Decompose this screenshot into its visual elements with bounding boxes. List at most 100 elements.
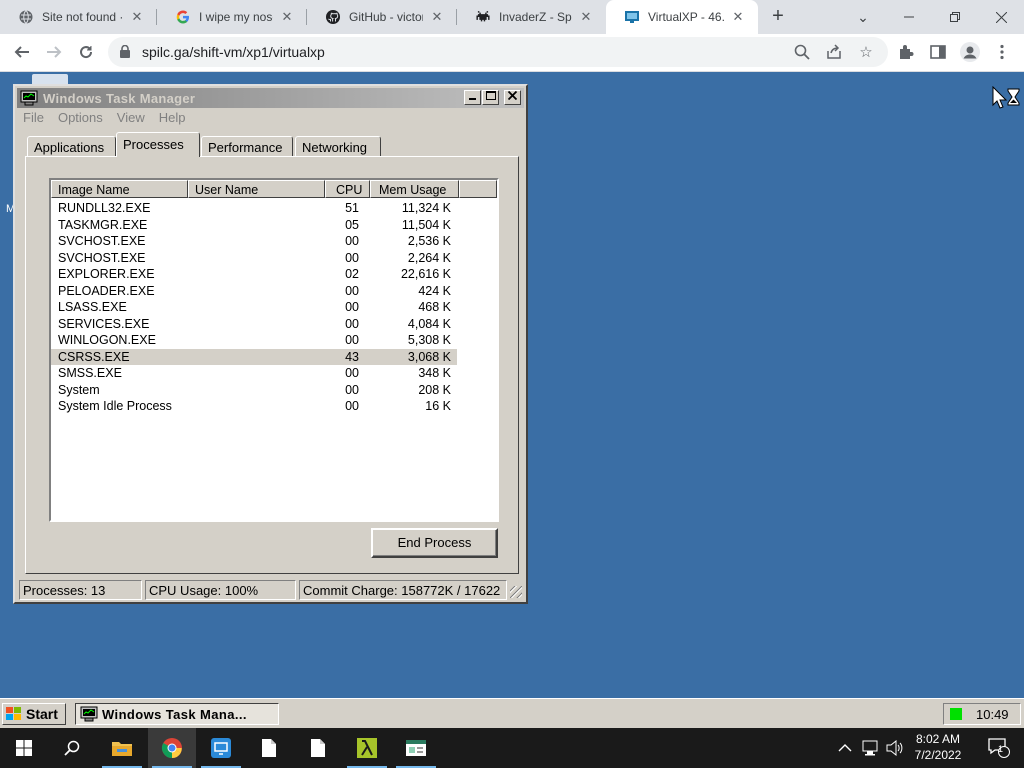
tab-applications[interactable]: Applications xyxy=(27,136,116,156)
notification-center-icon[interactable]: 1 xyxy=(984,728,1014,768)
process-row[interactable]: PELOADER.EXE 00 424 K xyxy=(51,283,497,300)
tab-networking[interactable]: Networking xyxy=(295,136,381,156)
minimize-button[interactable] xyxy=(886,0,932,34)
address-bar[interactable]: spilc.ga/shift-vm/xp1/virtualxp ☆ xyxy=(108,37,888,67)
process-row[interactable]: SVCHOST.EXE 00 2,264 K xyxy=(51,250,497,267)
process-name: SVCHOST.EXE xyxy=(58,234,146,248)
window-minimize-button[interactable] xyxy=(464,90,481,105)
vm-clock[interactable]: 10:49 xyxy=(976,707,1009,722)
app-window-icon[interactable] xyxy=(392,728,440,768)
host-date: 7/2/2022 xyxy=(914,748,962,762)
back-arrow-icon[interactable] xyxy=(8,38,36,66)
resize-grip[interactable] xyxy=(510,586,522,598)
tab-title: VirtualXP - 46.2 xyxy=(648,10,724,24)
windows-start-icon[interactable] xyxy=(0,728,48,768)
lock-icon[interactable] xyxy=(120,44,130,63)
process-row[interactable]: EXPLORER.EXE 02 22,616 K xyxy=(51,266,497,283)
process-row[interactable]: LSASS.EXE 00 468 K xyxy=(51,299,497,316)
profile-avatar-icon[interactable] xyxy=(956,38,984,66)
process-row[interactable]: RUNDLL32.EXE 51 11,324 K xyxy=(51,200,497,217)
process-mem-usage: 348 K xyxy=(418,366,451,380)
process-row[interactable]: CSRSS.EXE 43 3,068 K xyxy=(51,348,457,365)
close-tab-icon[interactable]: ✕ xyxy=(429,9,445,25)
bookmark-star-icon[interactable]: ☆ xyxy=(856,42,876,62)
chrome-icon[interactable] xyxy=(148,728,196,768)
process-row[interactable]: SMSS.EXE 00 348 K xyxy=(51,365,497,382)
close-tab-icon[interactable]: ✕ xyxy=(578,9,594,25)
tab-title: Site not found · xyxy=(42,10,123,24)
process-name: System xyxy=(58,382,100,397)
network-icon[interactable] xyxy=(862,728,880,768)
status-bar: Processes: 13 CPU Usage: 100% Commit Cha… xyxy=(17,580,524,600)
network-status-icon[interactable] xyxy=(950,708,962,720)
process-mem-usage: 5,308 K xyxy=(407,333,451,347)
tab-processes[interactable]: Processes xyxy=(116,132,200,157)
process-cpu: 00 xyxy=(345,366,359,380)
process-cpu: 51 xyxy=(345,201,359,215)
browser-tab-1[interactable]: Site not found · ✕ xyxy=(0,0,157,34)
reload-icon[interactable] xyxy=(72,38,100,66)
windows-flag-icon xyxy=(6,707,22,721)
process-mem-usage: 4,084 K xyxy=(407,316,451,331)
invader-icon xyxy=(475,9,491,25)
menu-file[interactable]: File xyxy=(23,110,44,128)
taskbar-task-manager-button[interactable]: Windows Task Mana... xyxy=(75,703,279,725)
title-bar[interactable]: Windows Task Manager xyxy=(17,88,524,108)
process-cpu: 00 xyxy=(345,316,359,331)
process-row[interactable]: System Idle Process 00 16 K xyxy=(51,398,497,415)
process-cpu: 43 xyxy=(345,349,359,364)
github-icon xyxy=(325,9,341,25)
forward-arrow-icon[interactable] xyxy=(40,38,68,66)
column-mem-usage[interactable]: Mem Usage xyxy=(370,180,459,198)
remote-desktop-icon[interactable] xyxy=(197,728,245,768)
volume-icon[interactable] xyxy=(886,728,904,768)
menu-options[interactable]: Options xyxy=(58,110,103,128)
side-panel-icon[interactable] xyxy=(924,38,952,66)
restore-button[interactable] xyxy=(932,0,978,34)
close-tab-icon[interactable]: ✕ xyxy=(279,9,295,25)
process-row[interactable]: TASKMGR.EXE 05 11,504 K xyxy=(51,217,497,234)
process-row[interactable]: SERVICES.EXE 00 4,084 K xyxy=(51,316,497,333)
process-row[interactable]: WINLOGON.EXE 00 5,308 K xyxy=(51,332,497,349)
window-maximize-button[interactable] xyxy=(482,90,499,105)
browser-tab-5-active[interactable]: VirtualXP - 46.2 ✕ xyxy=(606,0,758,34)
zoom-icon[interactable] xyxy=(792,42,812,62)
process-cpu: 05 xyxy=(345,217,359,232)
show-hidden-icons-chevron[interactable] xyxy=(838,728,852,768)
lambda-app-icon[interactable] xyxy=(343,728,391,768)
menu-kebab-icon[interactable] xyxy=(988,38,1016,66)
menu-help[interactable]: Help xyxy=(159,110,186,128)
process-name: System Idle Process xyxy=(58,399,172,413)
process-row[interactable]: SVCHOST.EXE 00 2,536 K xyxy=(51,233,497,250)
column-image-name[interactable]: Image Name xyxy=(51,180,188,198)
browser-tab-2[interactable]: I wipe my nose ✕ xyxy=(157,0,307,34)
browser-tab-4[interactable]: InvaderZ - Spac ✕ xyxy=(457,0,606,34)
window-close-button[interactable] xyxy=(504,90,521,105)
busy-cursor-icon xyxy=(992,85,1022,115)
menu-view[interactable]: View xyxy=(117,110,145,128)
host-clock[interactable]: 8:02 AM 7/2/2022 xyxy=(906,731,970,763)
process-mem-usage: 11,504 K xyxy=(401,217,451,232)
document-icon[interactable] xyxy=(245,728,293,768)
process-row[interactable]: System 00 208 K xyxy=(51,382,497,399)
browser-tab-3[interactable]: GitHub - victor ✕ xyxy=(307,0,457,34)
close-window-button[interactable] xyxy=(978,0,1024,34)
extensions-puzzle-icon[interactable] xyxy=(892,38,920,66)
close-tab-icon[interactable]: ✕ xyxy=(730,9,746,25)
tab-search-chevron-icon[interactable]: ⌄ xyxy=(840,0,886,34)
process-cpu: 02 xyxy=(345,267,359,281)
share-icon[interactable] xyxy=(824,42,844,62)
search-icon[interactable] xyxy=(48,728,96,768)
tab-performance[interactable]: Performance xyxy=(201,136,293,156)
file-explorer-icon[interactable] xyxy=(98,728,146,768)
close-tab-icon[interactable]: ✕ xyxy=(129,9,145,25)
end-process-button[interactable]: End Process xyxy=(371,528,498,558)
start-button[interactable]: Start xyxy=(2,703,66,725)
document-icon[interactable] xyxy=(294,728,342,768)
process-cpu: 00 xyxy=(345,333,359,347)
column-user-name[interactable]: User Name xyxy=(188,180,325,198)
column-cpu[interactable]: CPU xyxy=(325,180,370,198)
host-taskbar: 8:02 AM 7/2/2022 1 xyxy=(0,728,1024,768)
new-tab-button[interactable]: + xyxy=(766,5,790,29)
process-list[interactable]: Image Name User Name CPU Mem Usage RUNDL… xyxy=(49,178,499,522)
